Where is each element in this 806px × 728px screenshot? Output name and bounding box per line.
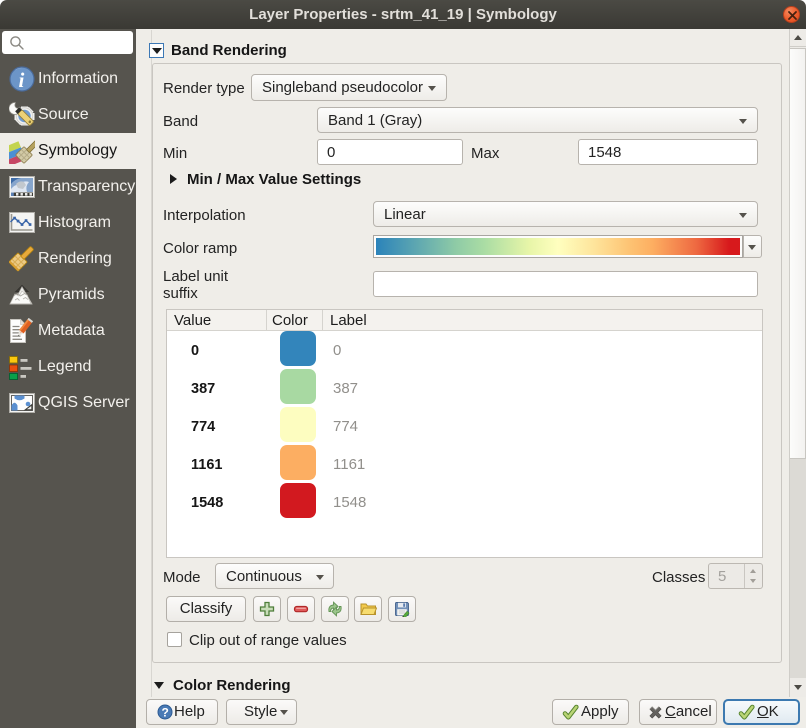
svg-text:?: ? <box>162 706 169 720</box>
svg-text:i: i <box>19 68 25 92</box>
